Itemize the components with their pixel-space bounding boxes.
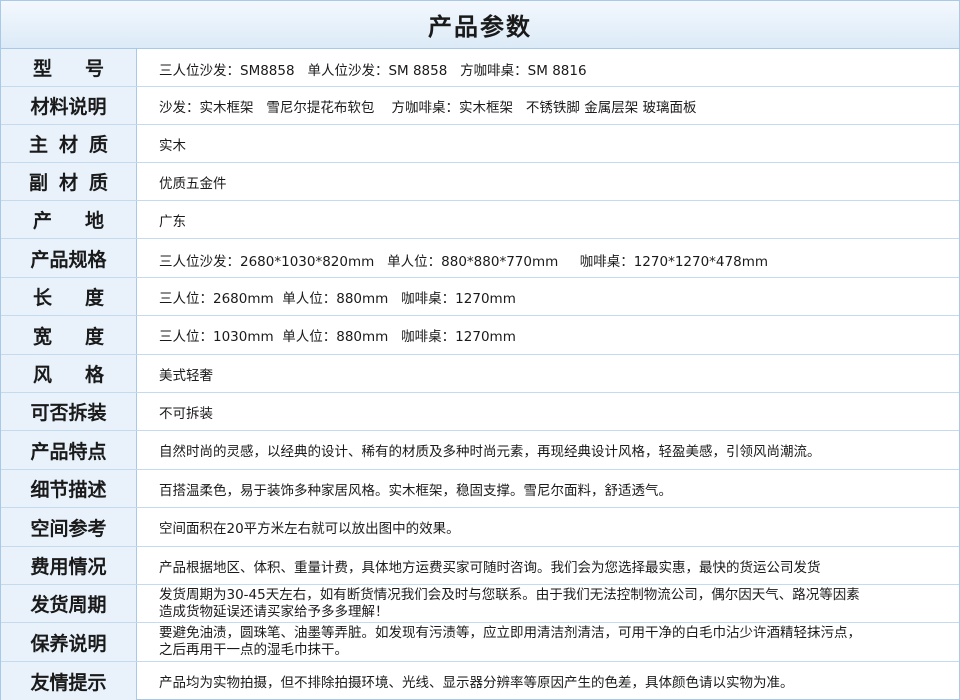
row-label: 型号	[1, 49, 137, 86]
product-parameters-table: 产品参数 型号 三人位沙发：SM8858 单人位沙发：SM 8858 方咖啡桌：…	[0, 0, 960, 700]
row-label: 保养说明	[1, 623, 137, 661]
row-label: 主材质	[1, 125, 137, 162]
row-value: 三人位：1030mm 单人位：880mm 咖啡桌：1270mm	[159, 329, 516, 345]
row-label: 风格	[1, 355, 137, 392]
row-care-instructions: 保养说明 要避免油渍，圆珠笔、油墨等弄脏。如发现有污渍等，应立即用清洁剂清洁，可…	[1, 623, 959, 662]
row-label: 产品规格	[1, 239, 137, 277]
row-label: 细节描述	[1, 470, 137, 507]
row-origin: 产地 广东	[1, 201, 959, 239]
row-shipping-cost: 费用情况 产品根据地区、体积、重量计费，具体地方运费买家可随时咨询。我们会为您选…	[1, 547, 959, 585]
row-model: 型号 三人位沙发：SM8858 单人位沙发：SM 8858 方咖啡桌：SM 88…	[1, 49, 959, 87]
row-value: 要避免油渍，圆珠笔、油墨等弄脏。如发现有污渍等，应立即用清洁剂清洁，可用干净的白…	[159, 625, 861, 658]
table-header: 产品参数	[1, 1, 959, 49]
row-value: 空间面积在20平方米左右就可以放出图中的效果。	[159, 521, 460, 537]
row-features: 产品特点 自然时尚的灵感，以经典的设计、稀有的材质及多种时尚元素，再现经典设计风…	[1, 431, 959, 470]
row-label: 空间参考	[1, 508, 137, 546]
row-length: 长度 三人位：2680mm 单人位：880mm 咖啡桌：1270mm	[1, 278, 959, 316]
row-label: 费用情况	[1, 547, 137, 584]
row-details: 细节描述 百搭温柔色，易于装饰多种家居风格。实木框架，稳固支撑。雪尼尔面料，舒适…	[1, 470, 959, 508]
row-style: 风格 美式轻奢	[1, 355, 959, 393]
row-materials: 材料说明 沙发：实木框架 雪尼尔提花布软包 方咖啡桌：实木框架 不锈铁脚 金属层…	[1, 87, 959, 125]
row-value: 广东	[159, 213, 186, 230]
row-value: 优质五金件	[159, 175, 227, 192]
row-value: 三人位沙发：SM8858 单人位沙发：SM 8858 方咖啡桌：SM 8816	[159, 63, 587, 79]
row-friendly-tip: 友情提示 产品均为实物拍摄，但不排除拍摄环境、光线、显示器分辨率等原因产生的色差…	[1, 662, 959, 700]
row-label: 友情提示	[1, 662, 137, 700]
row-label: 产地	[1, 201, 137, 238]
row-value: 产品根据地区、体积、重量计费，具体地方运费买家可随时咨询。我们会为您选择最实惠，…	[159, 559, 821, 576]
row-value: 发货周期为30-45天左右，如有断货情况我们会及时与您联系。由于我们无法控制物流…	[159, 586, 860, 620]
row-value: 三人位沙发：2680*1030*820mm 单人位：880*880*770mm …	[159, 254, 768, 270]
row-label: 发货周期	[1, 585, 137, 622]
row-delivery-period: 发货周期 发货周期为30-45天左右，如有断货情况我们会及时与您联系。由于我们无…	[1, 585, 959, 623]
row-secondary-material: 副材质 优质五金件	[1, 163, 959, 201]
row-value: 产品均为实物拍摄，但不排除拍摄环境、光线、显示器分辨率等原因产生的色差，具体颜色…	[159, 675, 794, 691]
row-value: 美式轻奢	[159, 367, 213, 384]
row-label: 副材质	[1, 163, 137, 200]
row-main-material: 主材质 实木	[1, 125, 959, 163]
row-space-reference: 空间参考 空间面积在20平方米左右就可以放出图中的效果。	[1, 508, 959, 547]
row-value: 沙发：实木框架 雪尼尔提花布软包 方咖啡桌：实木框架 不锈铁脚 金属层架 玻璃面…	[159, 99, 697, 116]
row-value: 百搭温柔色，易于装饰多种家居风格。实木框架，稳固支撑。雪尼尔面料，舒适透气。	[159, 482, 672, 499]
row-value: 实木	[159, 137, 186, 154]
row-label: 产品特点	[1, 431, 137, 469]
row-label: 可否拆装	[1, 393, 137, 430]
row-detachable: 可否拆装 不可拆装	[1, 393, 959, 431]
row-label: 材料说明	[1, 87, 137, 124]
row-width: 宽度 三人位：1030mm 单人位：880mm 咖啡桌：1270mm	[1, 316, 959, 355]
row-value: 不可拆装	[159, 405, 213, 422]
row-label: 长度	[1, 278, 137, 315]
row-value: 自然时尚的灵感，以经典的设计、稀有的材质及多种时尚元素，再现经典设计风格，轻盈美…	[159, 444, 821, 460]
parameter-rows: 型号 三人位沙发：SM8858 单人位沙发：SM 8858 方咖啡桌：SM 88…	[1, 49, 959, 700]
page-title: 产品参数	[428, 13, 532, 41]
row-specifications: 产品规格 三人位沙发：2680*1030*820mm 单人位：880*880*7…	[1, 239, 959, 278]
row-label: 宽度	[1, 316, 137, 354]
row-value: 三人位：2680mm 单人位：880mm 咖啡桌：1270mm	[159, 290, 516, 307]
